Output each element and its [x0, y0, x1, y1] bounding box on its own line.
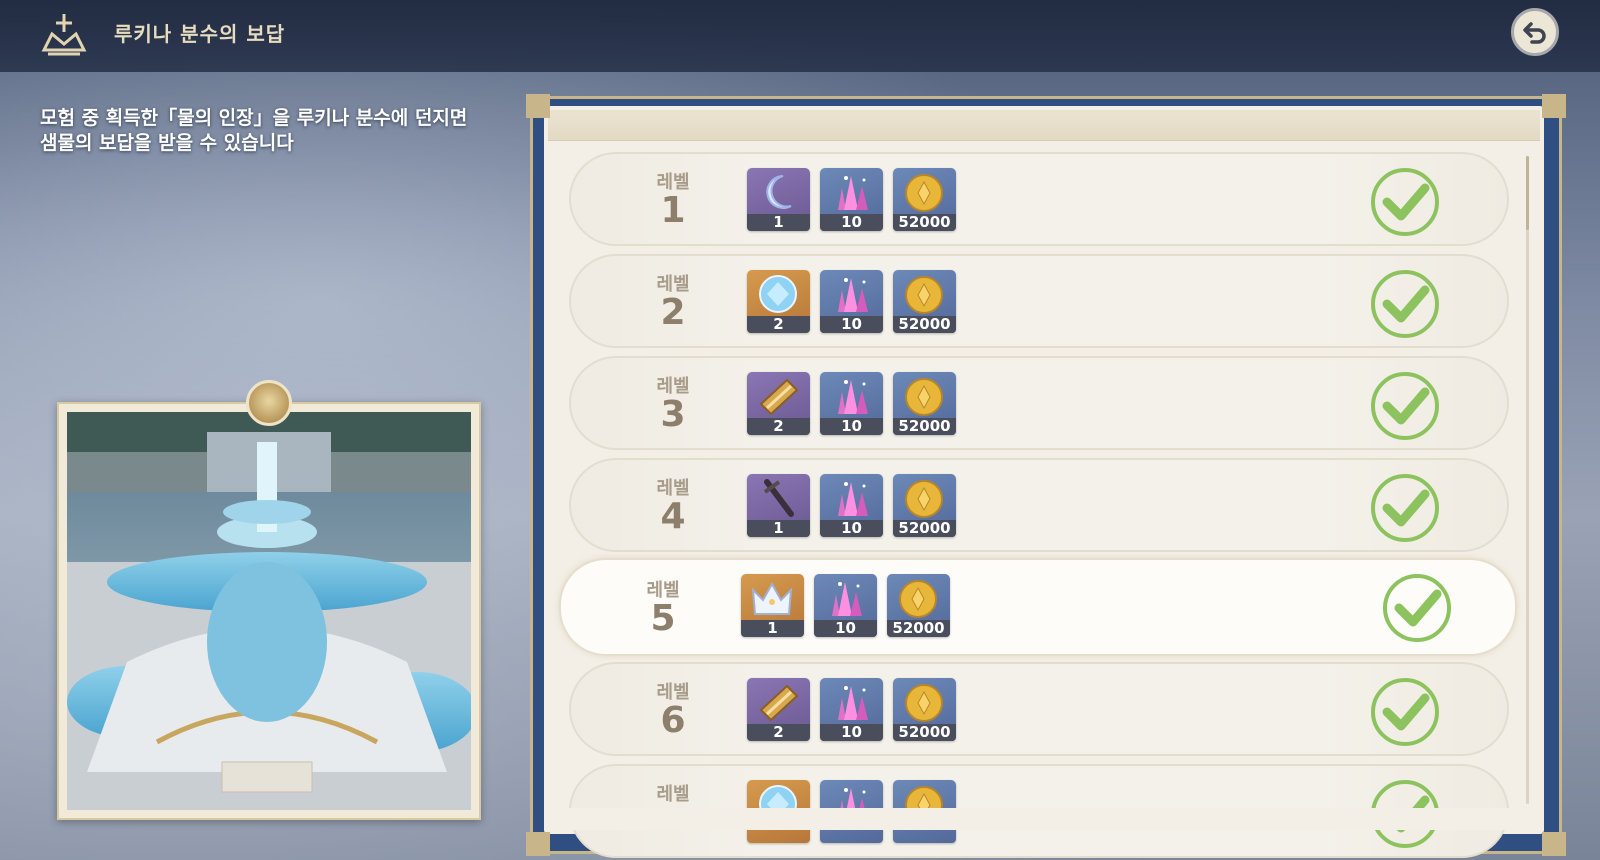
- reward-item-count: 1: [747, 520, 810, 537]
- claimed-check-icon: [1369, 676, 1441, 748]
- level-number: 2: [660, 292, 686, 333]
- reward-item-count: 1: [741, 620, 804, 637]
- claimed-check-icon: [1369, 268, 1441, 340]
- description-line-2: 샘물의 보답을 받을 수 있습니다: [40, 132, 294, 154]
- description-line-1: 모험 중 획득한「물의 인장」을 루키나 분수에 던지면: [40, 107, 468, 129]
- reward-item[interactable]: 2: [747, 372, 810, 435]
- reward-list-scroll-thumb[interactable]: [1526, 156, 1529, 230]
- reward-item[interactable]: 52000: [893, 678, 956, 741]
- claimed-check-icon: [1369, 370, 1441, 442]
- reward-item[interactable]: 10: [820, 372, 883, 435]
- top-bar: 루키나 분수의 보답: [0, 0, 1600, 72]
- reward-item-count: 1: [747, 214, 810, 231]
- reward-level-row[interactable]: 레벨 2 2 10 52000: [569, 254, 1509, 348]
- picture-medal-icon: [246, 380, 292, 426]
- level-number: 6: [660, 700, 686, 741]
- reward-item-count: 52000: [893, 520, 956, 537]
- reward-item-count: 52000: [893, 724, 956, 741]
- reward-item-count: 2: [747, 418, 810, 435]
- reward-item-count: 2: [747, 316, 810, 333]
- reward-item[interactable]: 10: [820, 270, 883, 333]
- reward-item[interactable]: 10: [820, 678, 883, 741]
- level-number: 1: [660, 190, 686, 231]
- reward-item[interactable]: 52000: [887, 574, 950, 637]
- reward-item-count: 10: [820, 418, 883, 435]
- reward-item-count: 10: [820, 214, 883, 231]
- panel-corner-ornament: [526, 832, 550, 856]
- level-number: 3: [660, 394, 686, 435]
- reward-item-count: 52000: [887, 620, 950, 637]
- reward-item[interactable]: 52000: [893, 270, 956, 333]
- reward-list-scrollbar[interactable]: [1526, 156, 1529, 804]
- reward-level-row[interactable]: 레벨 4 1 10 52000: [569, 458, 1509, 552]
- panel-corner-ornament: [1542, 94, 1566, 118]
- reward-item[interactable]: 52000: [893, 168, 956, 231]
- level-number: 5: [650, 598, 676, 639]
- reward-item[interactable]: 10: [820, 474, 883, 537]
- claimed-check-icon: [1381, 572, 1453, 644]
- reward-item[interactable]: 2: [747, 678, 810, 741]
- reward-item[interactable]: 1: [741, 574, 804, 637]
- reward-item[interactable]: 2: [747, 270, 810, 333]
- back-button[interactable]: [1511, 8, 1559, 56]
- back-arrow-icon: [1523, 22, 1546, 44]
- reward-item[interactable]: 52000: [893, 474, 956, 537]
- reward-item[interactable]: 10: [820, 168, 883, 231]
- reward-item[interactable]: 1: [747, 474, 810, 537]
- claimed-check-icon: [1369, 166, 1441, 238]
- fountain-picture-frame: [57, 402, 481, 820]
- reward-item[interactable]: 52000: [893, 372, 956, 435]
- page-title: 루키나 분수의 보답: [114, 22, 286, 46]
- reward-item-count: 10: [814, 620, 877, 637]
- panel-corner-ornament: [526, 94, 550, 118]
- reward-panel-header: [548, 110, 1540, 141]
- list-bottom-mask: [548, 808, 1540, 830]
- reward-level-row[interactable]: 레벨 1 1 10 52000: [569, 152, 1509, 246]
- reward-item[interactable]: 1: [747, 168, 810, 231]
- level-label: 레벨: [656, 784, 690, 805]
- reward-item-count: 2: [747, 724, 810, 741]
- reward-item-count: 10: [820, 316, 883, 333]
- fountain-emblem-icon: [41, 14, 87, 56]
- fountain-image: [67, 412, 471, 810]
- reward-item-count: 10: [820, 520, 883, 537]
- reward-item[interactable]: 10: [814, 574, 877, 637]
- reward-level-row[interactable]: 레벨 5 1 10 52000: [559, 558, 1517, 656]
- reward-item-count: 52000: [893, 316, 956, 333]
- claimed-check-icon: [1369, 472, 1441, 544]
- reward-level-row[interactable]: 레벨 3 2 10 52000: [569, 356, 1509, 450]
- reward-level-row[interactable]: 레벨 6 2 10 52000: [569, 662, 1509, 756]
- reward-item-count: 10: [820, 724, 883, 741]
- panel-corner-ornament: [1542, 832, 1566, 856]
- reward-item-count: 52000: [893, 214, 956, 231]
- level-number: 4: [660, 496, 686, 537]
- reward-item-count: 52000: [893, 418, 956, 435]
- description-text: 모험 중 획득한「물의 인장」을 루키나 분수에 던지면 샘물의 보답을 받을 …: [40, 106, 510, 156]
